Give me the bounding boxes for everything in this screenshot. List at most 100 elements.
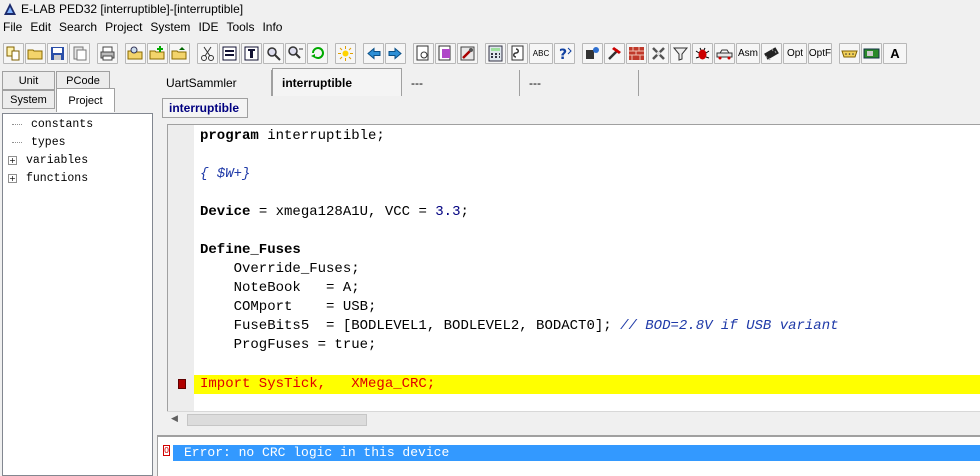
font-label: A	[890, 46, 900, 61]
editor-tab-bar: UartSammler interruptible --- ---	[157, 68, 980, 96]
expand-icon[interactable]: +	[8, 173, 17, 183]
keyword: program	[200, 128, 259, 144]
forward-button[interactable]	[385, 43, 406, 64]
tree-item-label: variables	[26, 153, 89, 167]
assembler-label: Asm	[738, 48, 758, 59]
scroll-left-icon[interactable]: ◀	[171, 414, 183, 426]
optimize-label: Opt	[786, 48, 804, 59]
device-button[interactable]	[861, 43, 882, 64]
code-comment: // BOD=2.8V if USB variant	[620, 318, 839, 334]
build-button[interactable]	[626, 43, 647, 64]
folder-up-icon	[171, 47, 187, 60]
code-line-5: Override_Fuses;	[200, 261, 360, 277]
calculator-icon	[488, 45, 503, 62]
filter-button[interactable]	[670, 43, 691, 64]
help-button[interactable]: ?	[554, 43, 575, 64]
arrow-right-icon	[388, 47, 402, 60]
scissors-icon	[201, 46, 214, 61]
tab-unit[interactable]: Unit	[2, 71, 55, 90]
tree-item-types[interactable]: types	[3, 133, 66, 151]
left-panel: Unit PCode System Project constants type…	[0, 68, 155, 476]
editor-gutter[interactable]	[168, 125, 194, 411]
svg-text:?: ?	[559, 47, 567, 62]
tab-system[interactable]: System	[2, 90, 55, 109]
save-button[interactable]	[47, 43, 68, 64]
new-project-button[interactable]	[3, 43, 24, 64]
menu-file[interactable]: File	[0, 18, 27, 37]
tree-item-functions[interactable]: + functions	[3, 169, 88, 187]
folder-up-button[interactable]	[169, 43, 190, 64]
optimize-button[interactable]: Opt	[783, 43, 807, 64]
expand-icon[interactable]: +	[8, 155, 17, 165]
number-literal: 3.3	[435, 204, 461, 220]
add-file-button[interactable]	[147, 43, 168, 64]
scrollbar-thumb[interactable]	[187, 414, 367, 426]
menu-ide[interactable]: IDE	[195, 18, 223, 37]
menu-edit[interactable]: Edit	[27, 18, 56, 37]
page-search-icon	[416, 45, 429, 61]
settings-button[interactable]	[648, 43, 669, 64]
tab-project[interactable]: Project	[56, 88, 115, 112]
window-title: E-LAB PED32 [interruptible]-[interruptib…	[21, 1, 244, 16]
find-next-button[interactable]	[285, 43, 306, 64]
assembler-button[interactable]: Asm	[736, 43, 760, 64]
tree-item-label: types	[31, 135, 66, 149]
programmer-button[interactable]	[582, 43, 603, 64]
menu-search[interactable]: Search	[56, 18, 102, 37]
unit-subtab[interactable]: interruptible	[162, 98, 248, 118]
keyword: Device	[200, 204, 251, 220]
memory-button[interactable]	[761, 43, 782, 64]
menu-system[interactable]: System	[147, 18, 195, 37]
optimize-full-label: OptF	[808, 48, 832, 59]
menu-bar: File Edit Search Project System IDE Tool…	[0, 18, 980, 37]
tools-icon	[652, 47, 665, 60]
tools-button[interactable]	[457, 43, 478, 64]
open-file-button[interactable]	[125, 43, 146, 64]
menu-info[interactable]: Info	[259, 18, 287, 37]
open-button[interactable]	[25, 43, 46, 64]
tree-item-variables[interactable]: + variables	[3, 151, 88, 169]
toolbar: ABC ? Asm Opt OptF A	[0, 40, 980, 67]
save-icon	[51, 47, 64, 60]
highlight-button[interactable]	[335, 43, 356, 64]
calculator-button[interactable]	[485, 43, 506, 64]
code-text: ;	[460, 204, 469, 220]
error-marker-icon	[178, 379, 186, 389]
copy-button[interactable]	[219, 43, 240, 64]
error-message-row[interactable]: Error: no CRC logic in this device	[173, 445, 980, 461]
document-button[interactable]	[435, 43, 456, 64]
hammer-button[interactable]	[604, 43, 625, 64]
run-button[interactable]	[714, 43, 735, 64]
car-icon	[716, 49, 733, 60]
script-button[interactable]	[507, 43, 528, 64]
menu-tools[interactable]: Tools	[223, 18, 259, 37]
code-editor[interactable]: program interruptible; { $W+} Device = x…	[167, 124, 980, 411]
debug-button[interactable]	[692, 43, 713, 64]
print-button[interactable]	[97, 43, 118, 64]
tab-empty-2[interactable]: ---	[520, 70, 639, 96]
replace-icon	[311, 47, 324, 59]
tab-empty-1[interactable]: ---	[402, 70, 520, 96]
serial-port-button[interactable]	[839, 43, 860, 64]
code-text: FuseBits5 = [BODLEVEL1, BODLEVEL2, BODAC…	[200, 318, 621, 334]
spellcheck-button[interactable]: ABC	[529, 43, 553, 64]
optimize-full-button[interactable]: OptF	[808, 43, 832, 64]
back-button[interactable]	[363, 43, 384, 64]
tree-item-constants[interactable]: constants	[3, 115, 93, 133]
horizontal-scrollbar[interactable]: ◀	[167, 411, 980, 428]
tab-uartsammler[interactable]: UartSammler	[157, 70, 272, 96]
cut-button[interactable]	[197, 43, 218, 64]
font-button[interactable]: A	[883, 43, 907, 64]
new-project-icon	[6, 46, 20, 61]
menu-project[interactable]: Project	[102, 18, 147, 37]
preview-button[interactable]	[413, 43, 434, 64]
message-panel: 0 Error: no CRC logic in this device	[157, 435, 980, 476]
save-as-button[interactable]	[69, 43, 90, 64]
code-line-1: program interruptible;	[200, 127, 385, 146]
replace-button[interactable]	[307, 43, 328, 64]
find-button[interactable]	[263, 43, 284, 64]
tab-interruptible[interactable]: interruptible	[272, 68, 402, 96]
paste-button[interactable]	[241, 43, 262, 64]
code-line-10: Import SysTick, XMega_CRC;	[200, 376, 436, 392]
memory-chip-icon	[764, 47, 779, 61]
